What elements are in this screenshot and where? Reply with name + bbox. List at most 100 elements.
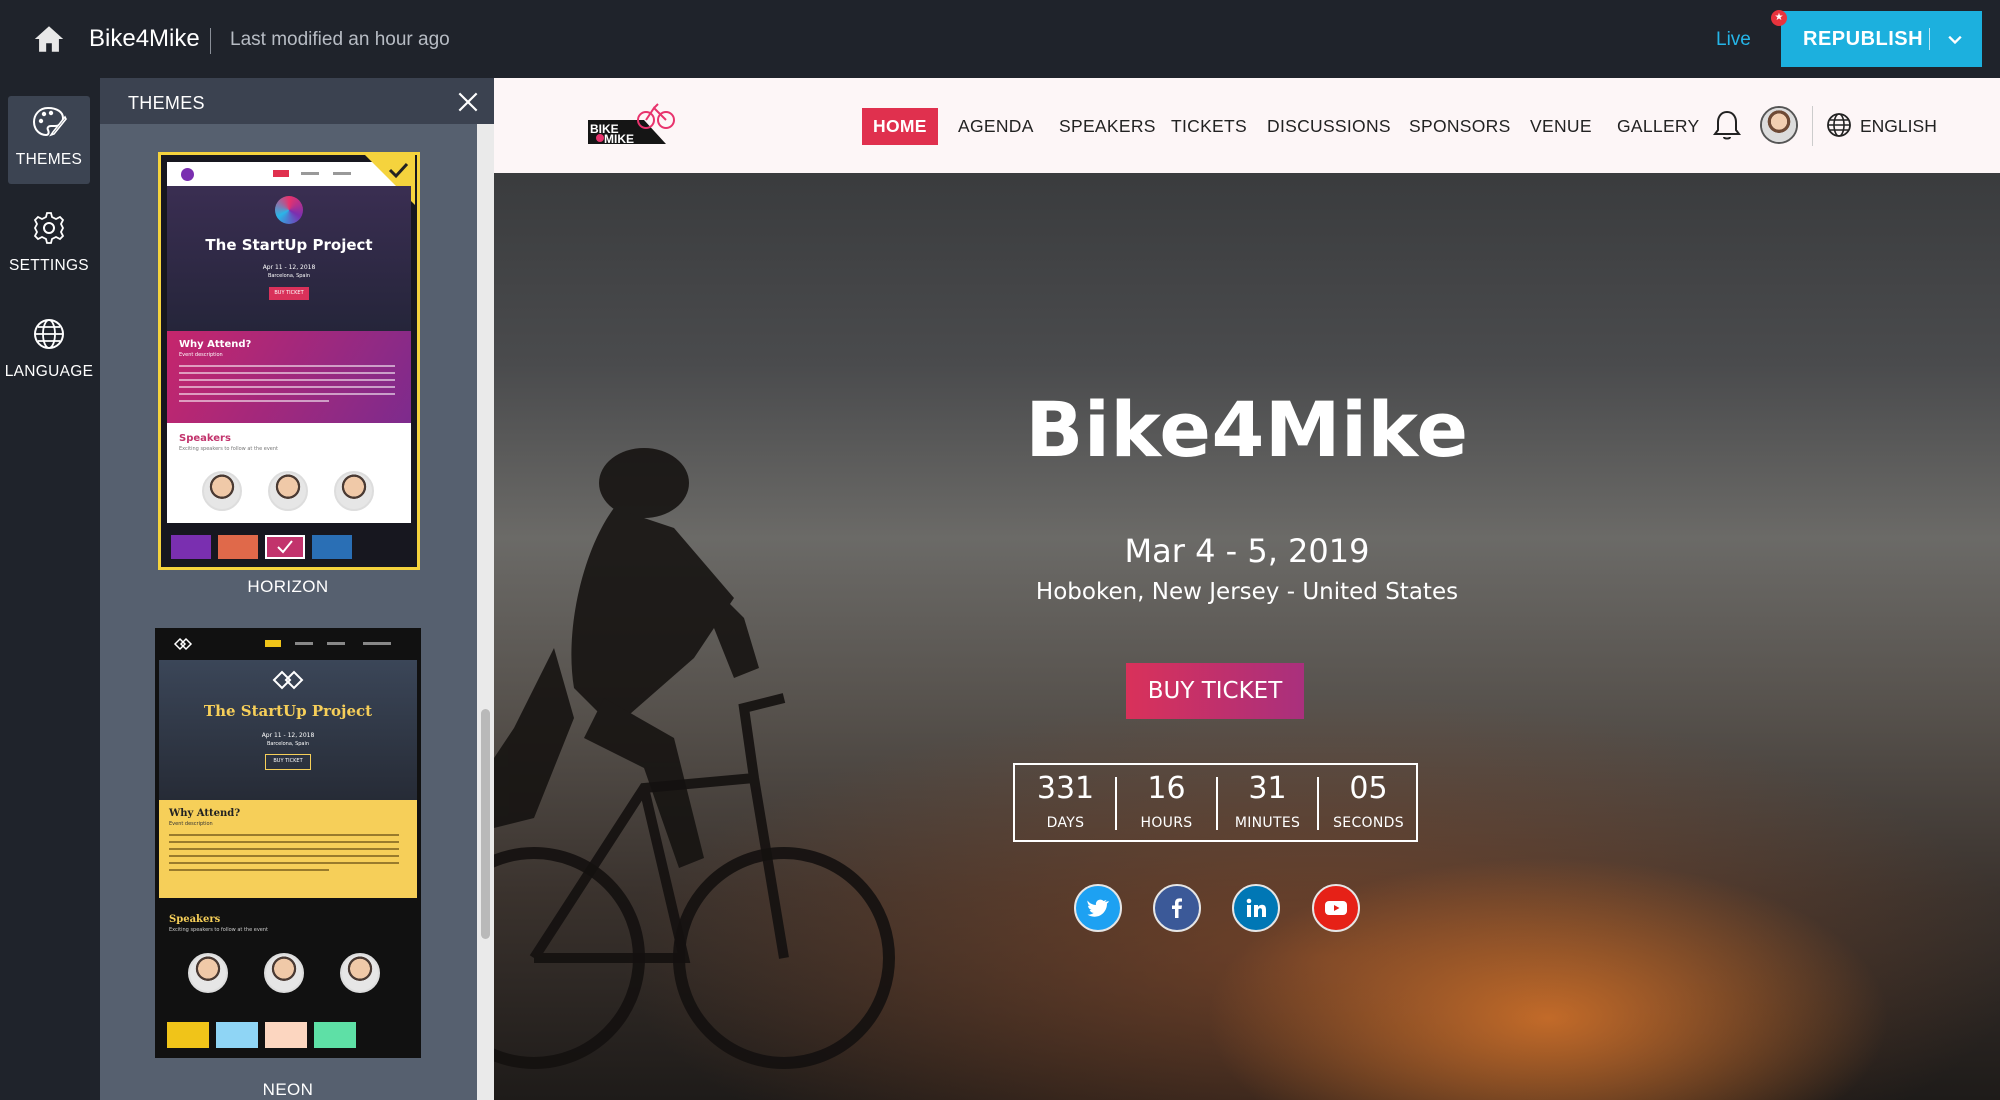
mini-buy-button: BUY TICKET (265, 754, 311, 770)
live-status-link[interactable]: Live (1716, 29, 1751, 51)
top-bar: Bike4Mike Last modified an hour ago Live… (0, 0, 2000, 78)
facebook-icon (1172, 898, 1182, 918)
mini-speakers-sub: Exciting speakers to follow at the event (169, 927, 269, 933)
mini-hero-date: Apr 11 - 12, 2018 (262, 264, 316, 271)
mini-text-line (169, 841, 399, 843)
bike4mike-logo[interactable]: BIKE MIKE (584, 100, 676, 150)
rail-item-themes[interactable]: THEMES (8, 96, 90, 184)
facebook-button[interactable] (1153, 884, 1201, 932)
mini-hero: The StartUp Project Apr 11 - 12, 2018 Ba… (159, 660, 417, 800)
nav-item-sponsors[interactable]: SPONSORS (1409, 116, 1511, 137)
bell-icon[interactable] (1711, 108, 1743, 142)
mini-speakers-title: Speakers (179, 433, 231, 444)
twitter-button[interactable] (1074, 884, 1122, 932)
swatch-blue[interactable] (312, 535, 352, 559)
nav-item-tickets[interactable]: TICKETS (1171, 116, 1247, 137)
countdown-label: DAYS (1046, 815, 1085, 831)
twitter-icon (1087, 899, 1110, 917)
editor-app: Bike4Mike Last modified an hour ago Live… (0, 0, 2000, 1100)
mini-nav-item (363, 642, 391, 645)
mini-why-title: Why Attend? (169, 808, 241, 819)
mini-text-line (179, 400, 329, 402)
countdown-hours: 16 HOURS (1116, 765, 1217, 840)
mini-text-line (179, 365, 395, 367)
buy-ticket-button[interactable]: BUY TICKET (1126, 663, 1304, 719)
language-selector[interactable]: ENGLISH (1860, 116, 1937, 137)
globe-icon (34, 319, 64, 349)
site-preview: BIKE MIKE HOME AGENDA SPEAKERS TICKETS D… (494, 78, 2000, 1100)
mini-speaker-avatar (334, 471, 374, 511)
nav-item-agenda[interactable]: AGENDA (958, 116, 1034, 137)
mini-hero-location: Barcelona, Spain (266, 741, 310, 747)
mini-why-sub: Event description (179, 352, 223, 358)
mini-why-title: Why Attend? (179, 339, 252, 350)
mini-nav-home (265, 640, 281, 647)
mini-speaker-avatar (264, 953, 304, 993)
nav-item-discussions[interactable]: DISCUSSIONS (1267, 116, 1391, 137)
last-modified-text: Last modified an hour ago (230, 29, 450, 50)
rail-item-label: LANGUAGE (4, 363, 94, 380)
mini-text-line (179, 386, 395, 388)
check-icon (277, 540, 293, 554)
mini-hero-location: Barcelona, Spain (267, 273, 311, 279)
mini-text-line (179, 393, 395, 395)
scrollbar-thumb[interactable] (481, 709, 490, 939)
mini-hero-title: The StartUp Project (203, 702, 373, 720)
globe-icon[interactable] (1826, 112, 1852, 138)
republish-button[interactable]: REPUBLISH (1781, 11, 1982, 67)
swatch-orange[interactable] (218, 535, 258, 559)
mini-speaker-avatar (188, 953, 228, 993)
theme-card-neon[interactable]: The StartUp Project Apr 11 - 12, 2018 Ba… (100, 608, 477, 1100)
mini-logo-icon (181, 168, 194, 181)
countdown-label: HOURS (1140, 815, 1193, 831)
nav-item-home[interactable]: HOME (862, 108, 938, 145)
rail-item-settings[interactable]: SETTINGS (8, 202, 90, 290)
swatch-light-blue[interactable] (216, 1022, 258, 1048)
countdown-timer: 331 DAYS 16 HOURS 31 MINUTES 05 SECONDS (1013, 763, 1418, 842)
theme-name-horizon: HORIZON (247, 577, 329, 596)
countdown-value: 05 (1349, 771, 1388, 806)
mini-why-section: Why Attend? Event description (159, 800, 417, 898)
theme-card-horizon[interactable]: The StartUp Project Apr 11 - 12, 2018 Ba… (100, 78, 477, 598)
mini-nav-item (295, 642, 313, 645)
countdown-seconds: 05 SECONDS (1318, 765, 1419, 840)
countdown-label: MINUTES (1234, 815, 1301, 831)
rail-item-language[interactable]: LANGUAGE (5, 308, 93, 396)
swatch-yellow[interactable] (167, 1022, 209, 1048)
mini-hero-title: The StartUp Project (205, 236, 373, 254)
left-rail: THEMES SETTINGS LANGUAGE (0, 78, 100, 1100)
user-avatar[interactable] (1760, 106, 1798, 144)
countdown-days: 331 DAYS (1015, 765, 1116, 840)
theme-preview-horizon: The StartUp Project Apr 11 - 12, 2018 Ba… (158, 152, 420, 570)
mini-hero: The StartUp Project Apr 11 - 12, 2018 Ba… (167, 186, 411, 331)
mini-hero-logo-icon (275, 196, 303, 224)
countdown-value: 331 (1036, 771, 1095, 806)
countdown-minutes: 31 MINUTES (1217, 765, 1318, 840)
swatch-purple[interactable] (171, 535, 211, 559)
nav-item-speakers[interactable]: SPEAKERS (1059, 116, 1156, 137)
theme-name-neon: NEON (262, 1080, 314, 1099)
nav-item-venue[interactable]: VENUE (1530, 116, 1592, 137)
swatch-peach[interactable] (265, 1022, 307, 1048)
swatch-magenta-selected[interactable] (265, 535, 305, 559)
nav-item-gallery[interactable]: GALLERY (1617, 116, 1700, 137)
mini-why-section: Why Attend? Event description (167, 331, 411, 423)
chevron-down-icon[interactable] (1941, 25, 1969, 53)
hero-title: Bike4Mike (1025, 385, 1469, 474)
notification-star-icon: ★ (1771, 10, 1787, 26)
rail-item-label: SETTINGS (9, 257, 89, 274)
linkedin-icon (1246, 898, 1266, 917)
mini-buy-button: BUY TICKET (269, 287, 309, 300)
countdown-label: SECONDS (1333, 815, 1404, 831)
swatch-mint[interactable] (314, 1022, 356, 1048)
theme-preview-neon: The StartUp Project Apr 11 - 12, 2018 Ba… (155, 628, 421, 1058)
app-title: Bike4Mike (89, 25, 200, 52)
mini-hero-date: Apr 11 - 12, 2018 (261, 732, 315, 739)
mini-text-line (169, 862, 399, 864)
mini-text-line (169, 855, 399, 857)
republish-separator (1929, 28, 1930, 50)
youtube-button[interactable] (1312, 884, 1360, 932)
panel-scrollbar[interactable] (477, 124, 494, 1100)
linkedin-button[interactable] (1232, 884, 1280, 932)
home-icon[interactable] (32, 22, 66, 56)
